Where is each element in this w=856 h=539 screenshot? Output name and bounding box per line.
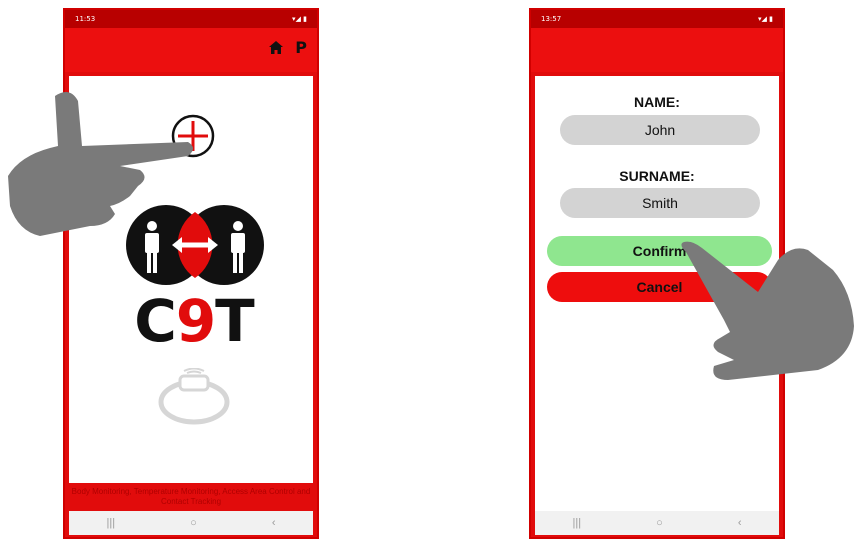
android-nav-bar: ||| ○ ‹ [69,511,313,535]
back-button[interactable]: ‹ [738,517,742,529]
status-icons: ▾◢ ▮ [758,15,773,23]
name-field[interactable]: John [560,115,760,145]
back-button[interactable]: ‹ [272,517,276,529]
bracelet-icon [158,368,230,425]
recent-apps-button[interactable]: ||| [107,517,116,529]
status-bar: 13:57 ▾◢ ▮ [531,10,783,28]
logo-nine: 9 [175,287,216,355]
status-icons: ▾◢ ▮ [292,15,307,23]
surname-label: SURNAME: [619,168,695,184]
status-time: 13:57 [541,15,562,23]
logo-t: T [215,287,255,355]
surname-field[interactable]: Smith [560,188,760,218]
status-time: 11:53 [75,15,96,23]
home-nav-button[interactable]: ○ [656,517,663,529]
android-nav-bar: ||| ○ ‹ [535,511,779,535]
hand-pointer-icon [681,241,854,380]
home-nav-button[interactable]: ○ [190,517,197,529]
name-label: NAME: [634,94,680,110]
app-bar: P [65,28,317,72]
profile-button[interactable]: P [295,38,307,57]
recent-apps-button[interactable]: ||| [573,517,582,529]
hand-pointer-icon [8,92,193,236]
home-icon[interactable] [269,41,283,54]
footer-description: Body Monitoring, Temperature Monitoring,… [71,487,311,506]
status-bar: 11:53 ▾◢ ▮ [65,10,317,28]
logo-c: C [134,287,177,355]
app-bar [531,28,783,72]
c9t-logo-text: C9T [124,292,264,350]
